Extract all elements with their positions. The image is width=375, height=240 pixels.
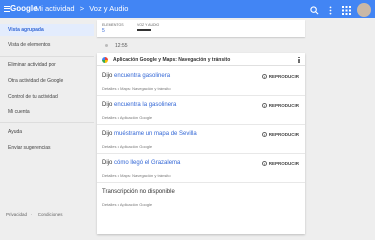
main-content: ELEMENTOS 5 VOZ Y AUDIO 12:55 Aplicación… <box>97 20 305 234</box>
sidebar-item-ayuda[interactable]: Ayuda <box>0 126 94 138</box>
sidebar: Vista agrupada Vista de elementos Elimin… <box>0 18 94 224</box>
avatar[interactable] <box>357 3 371 17</box>
sidebar-item-eliminar-actividad[interactable]: Eliminar actividad por <box>0 59 94 71</box>
search-icon[interactable] <box>309 5 319 15</box>
apps-icon[interactable] <box>341 5 351 15</box>
activity-entry: Dijo encuentra gasolinera Detalles • Map… <box>97 67 305 96</box>
entry-product: Aplicación Google <box>119 202 153 207</box>
timeline-dot <box>105 44 108 47</box>
play-button[interactable]: REPRODUCIR <box>261 132 299 137</box>
privacy-link[interactable]: Privacidad <box>6 212 27 217</box>
google-g-icon <box>102 57 108 63</box>
stat-elementos[interactable]: ELEMENTOS 5 <box>102 23 124 34</box>
play-button[interactable]: REPRODUCIR <box>261 161 299 166</box>
entry-meta: Detalles • Aplicación Google <box>102 115 152 120</box>
details-link[interactable]: Detalles <box>102 86 116 91</box>
breadcrumb-mi-actividad[interactable]: Mi actividad <box>35 4 75 13</box>
activity-entry: Transcripción no disponible Detalles • A… <box>97 183 305 212</box>
meta-separator: • <box>117 202 119 207</box>
entry-query-link[interactable]: muéstrame un mapa de Sevilla <box>114 131 197 137</box>
entry-product: Maps: Navegación y tránsito <box>120 86 171 91</box>
entry-query-link[interactable]: encuentra gasolinera <box>114 73 170 79</box>
breadcrumb: Mi actividad > Voz y Audio <box>35 4 128 13</box>
stat-elementos-label: ELEMENTOS <box>102 23 124 27</box>
entry-product: Aplicación Google <box>119 144 153 149</box>
entry-meta: Detalles • Aplicación Google <box>102 144 152 149</box>
activity-entry: Dijo muéstrame un mapa de Sevilla Detall… <box>97 125 305 154</box>
entry-text: Dijo cómo llegó el Grazalema <box>102 160 180 166</box>
entry-meta: Detalles • Maps: Navegación y tránsito <box>102 86 171 91</box>
sidebar-item-mi-cuenta[interactable]: Mi cuenta <box>0 106 94 118</box>
entry-text: Dijo encuentra gasolinera <box>102 73 170 79</box>
sidebar-item-vista-agrupada[interactable]: Vista agrupada <box>0 24 94 36</box>
play-icon <box>261 74 267 79</box>
details-link[interactable]: Detalles <box>102 202 116 207</box>
play-icon <box>261 161 267 166</box>
entry-query-link[interactable]: encuentra la gasolinera <box>114 102 176 108</box>
play-label: REPRODUCIR <box>268 161 299 166</box>
stats-bar: ELEMENTOS 5 VOZ Y AUDIO <box>97 20 305 37</box>
entry-prefix: Dijo <box>102 73 115 79</box>
play-icon <box>261 103 267 108</box>
activity-card: Aplicación Google y Maps: Navegación y t… <box>97 53 305 234</box>
entry-meta: Detalles • Maps: Navegación y tránsito <box>102 173 171 178</box>
stat-voz-audio-bar <box>137 29 151 31</box>
terms-link[interactable]: Condiciones <box>38 212 63 217</box>
activity-entry: Dijo cómo llegó el Grazalema Detalles • … <box>97 154 305 183</box>
stat-elementos-value: 5 <box>102 28 105 34</box>
meta-separator: • <box>117 144 119 149</box>
entry-unavailable-text: Transcripción no disponible <box>102 189 175 195</box>
play-label: REPRODUCIR <box>268 103 299 108</box>
entry-prefix: Dijo <box>102 160 115 166</box>
card-header: Aplicación Google y Maps: Navegación y t… <box>97 53 305 66</box>
play-button[interactable]: REPRODUCIR <box>261 103 299 108</box>
sidebar-item-vista-elementos[interactable]: Vista de elementos <box>0 39 94 51</box>
activity-entry: Dijo encuentra la gasolinera Detalles • … <box>97 96 305 125</box>
entry-product: Aplicación Google <box>119 115 153 120</box>
top-app-bar: Google Mi actividad > Voz y Audio <box>0 0 375 18</box>
breadcrumb-voz-y-audio: Voz y Audio <box>89 4 129 13</box>
details-link[interactable]: Detalles <box>102 115 116 120</box>
stat-voz-audio[interactable]: VOZ Y AUDIO <box>137 23 159 31</box>
google-logo[interactable]: Google <box>10 4 38 13</box>
breadcrumb-separator: > <box>79 4 85 13</box>
sidebar-item-otra-actividad[interactable]: Otra actividad de Google <box>0 75 94 87</box>
play-button[interactable]: REPRODUCIR <box>261 74 299 79</box>
entry-product: Maps: Navegación y tránsito <box>120 173 171 178</box>
entry-meta: Detalles • Aplicación Google <box>102 202 152 207</box>
meta-separator: • <box>117 86 119 91</box>
card-more-icon[interactable] <box>297 56 301 64</box>
meta-separator: • <box>117 173 119 178</box>
sidebar-item-enviar-sugerencias[interactable]: Enviar sugerencias <box>0 142 94 154</box>
sidebar-item-control-actividad[interactable]: Control de tu actividad <box>0 91 94 103</box>
details-link[interactable]: Detalles <box>102 173 116 178</box>
entry-text: Transcripción no disponible <box>102 189 175 195</box>
details-link[interactable]: Detalles <box>102 144 116 149</box>
footer-links: Privacidad · Condiciones <box>6 212 67 217</box>
card-title: Aplicación Google y Maps: Navegación y t… <box>113 57 231 63</box>
entry-query-link[interactable]: cómo llegó el Grazalema <box>114 160 180 166</box>
meta-separator: • <box>117 115 119 120</box>
entry-text: Dijo encuentra la gasolinera <box>102 102 176 108</box>
entry-text: Dijo muéstrame un mapa de Sevilla <box>102 131 197 137</box>
more-vert-icon[interactable] <box>325 5 335 15</box>
timeline-time: 12:55 <box>115 43 128 49</box>
sidebar-divider <box>0 56 94 57</box>
sidebar-divider <box>0 122 94 123</box>
play-label: REPRODUCIR <box>268 74 299 79</box>
entry-prefix: Dijo <box>102 131 115 137</box>
play-icon <box>261 132 267 137</box>
entry-prefix: Dijo <box>102 102 115 108</box>
stat-voz-audio-label: VOZ Y AUDIO <box>137 23 160 27</box>
play-label: REPRODUCIR <box>268 132 299 137</box>
footer-separator: · <box>31 212 33 217</box>
